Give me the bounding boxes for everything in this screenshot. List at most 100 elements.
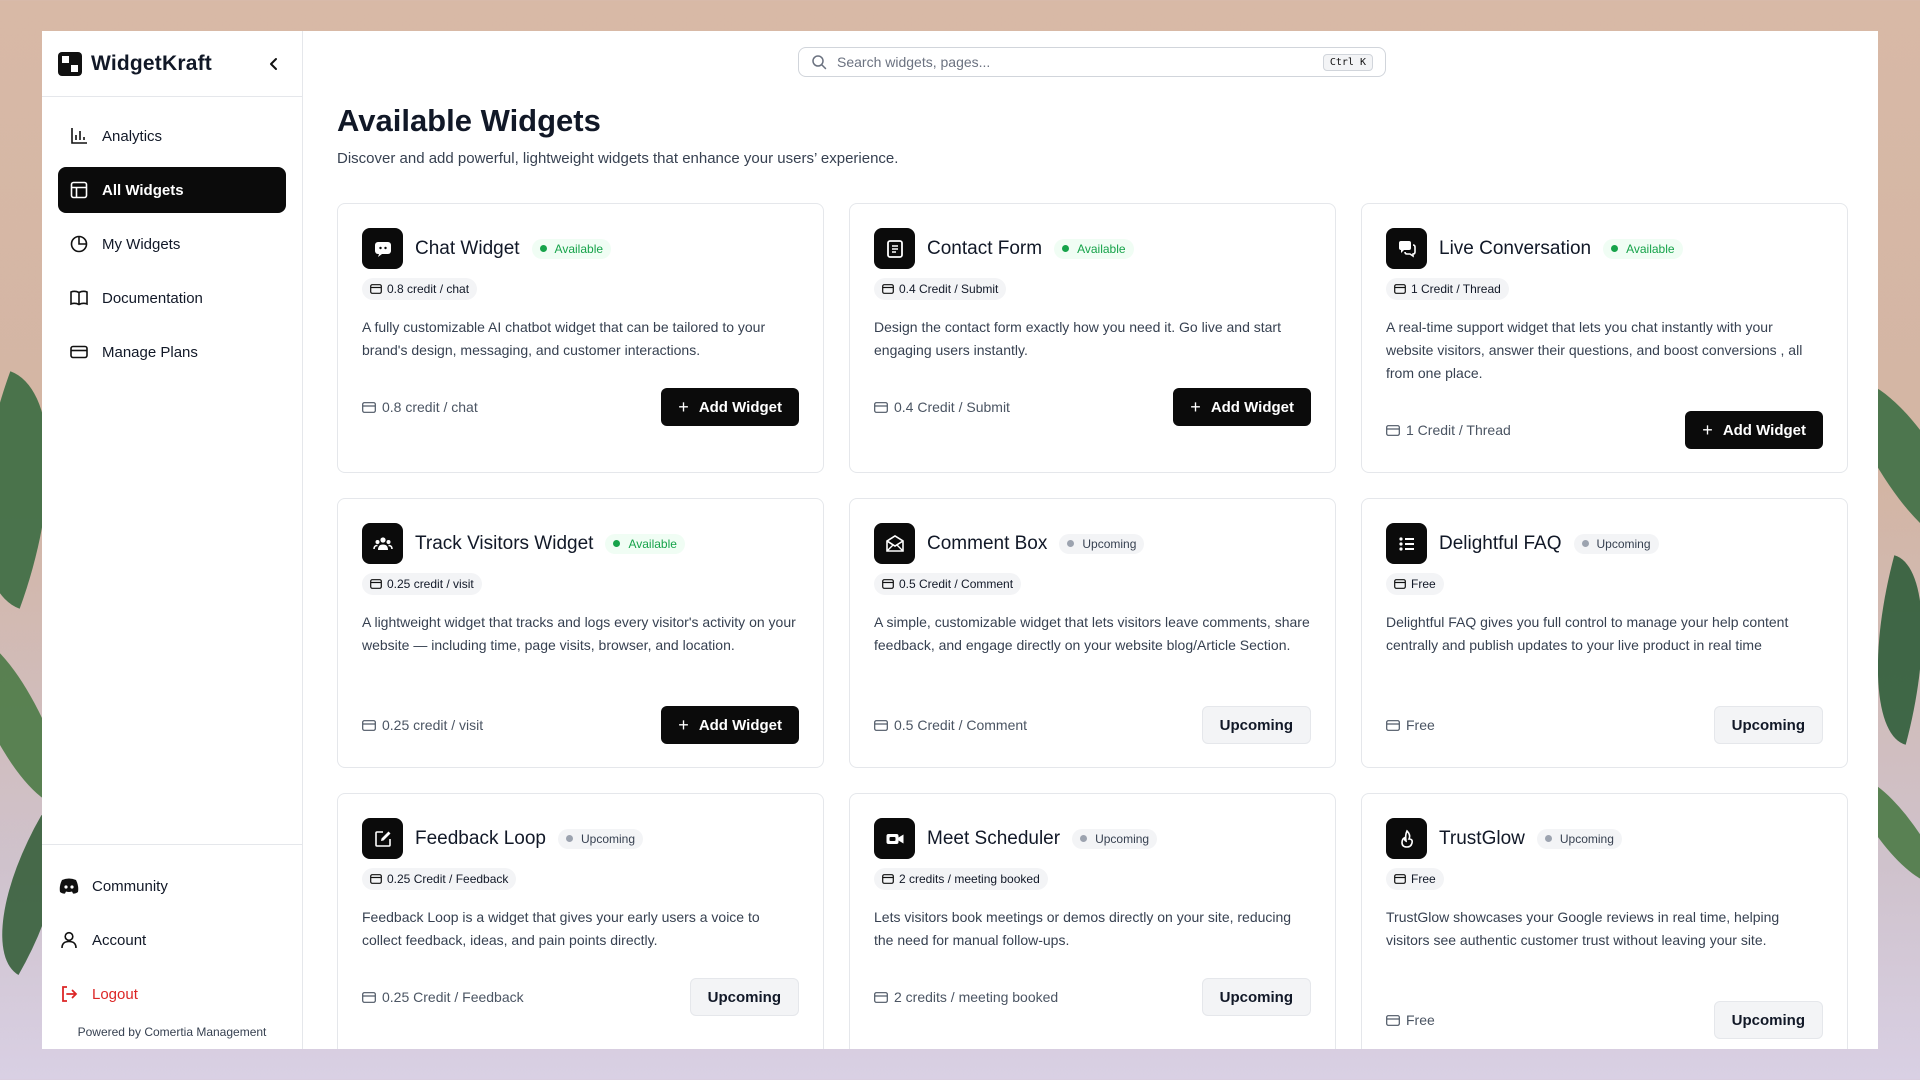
credit-card-icon xyxy=(1394,579,1406,589)
video-camera-icon xyxy=(874,818,915,859)
widget-description: Lets visitors book meetings or demos dir… xyxy=(874,909,1292,948)
layout-icon xyxy=(68,179,90,201)
credit-card-icon xyxy=(362,991,376,1003)
status-label: Upcoming xyxy=(1596,536,1651,551)
visitors-icon xyxy=(362,523,403,564)
price-line: Free xyxy=(1386,1012,1435,1028)
widget-description: Feedback Loop is a widget that gives you… xyxy=(362,909,760,948)
status-badge: Upcoming xyxy=(1072,828,1158,849)
widget-description: Design the contact form exactly how you … xyxy=(874,319,1281,358)
sidebar-item-label: Analytics xyxy=(102,127,163,145)
widget-title: Delightful FAQ xyxy=(1439,532,1562,554)
widget-title: Live Conversation xyxy=(1439,237,1592,259)
price-line: 0.5 Credit / Comment xyxy=(874,717,1027,733)
widget-title: Chat Widget xyxy=(415,237,520,259)
sidebar-item-analytics[interactable]: Analytics xyxy=(58,113,286,159)
price-badge-label: 2 credits / meeting booked xyxy=(899,872,1040,886)
price-line: Free xyxy=(1386,717,1435,733)
status-dot xyxy=(566,835,573,842)
credit-card-icon xyxy=(874,719,888,731)
status-label: Available xyxy=(1077,241,1126,256)
status-label: Available xyxy=(628,536,677,551)
status-badge: Upcoming xyxy=(558,828,644,849)
widget-card-delightful-faq: Delightful FAQ Upcoming Free Delightful … xyxy=(1361,498,1848,768)
status-dot xyxy=(1581,540,1589,547)
price-line-label: Free xyxy=(1406,1012,1435,1028)
price-line-label: 0.4 Credit / Submit xyxy=(894,399,1010,415)
pie-chart-icon xyxy=(68,233,90,255)
page-title: Available Widgets xyxy=(337,103,601,138)
sidebar-item-documentation[interactable]: Documentation xyxy=(58,275,286,321)
search-input[interactable] xyxy=(837,54,1323,70)
widget-card-comment-box: Comment Box Upcoming 0.5 Credit / Commen… xyxy=(849,498,1336,768)
price-line: 2 credits / meeting booked xyxy=(874,989,1058,1005)
user-icon xyxy=(58,929,80,951)
credit-card-icon xyxy=(362,401,376,413)
widget-title: Comment Box xyxy=(927,532,1048,554)
plus-icon: + xyxy=(1702,419,1713,440)
upcoming-button[interactable]: Upcoming xyxy=(1713,706,1823,744)
price-badge: 0.5 Credit / Comment xyxy=(874,573,1022,595)
price-badge-label: 0.8 credit / chat xyxy=(387,282,470,296)
page-subtitle: Discover and add powerful, lightweight w… xyxy=(337,150,899,167)
price-line-label: 0.5 Credit / Comment xyxy=(894,717,1028,733)
credit-card-icon xyxy=(1394,284,1406,294)
widget-title: Meet Scheduler xyxy=(927,827,1061,849)
add-widget-button[interactable]: + Add Widget xyxy=(1173,388,1311,426)
status-badge: Available xyxy=(605,533,685,554)
chat-bot-icon xyxy=(362,228,403,269)
widget-description: A lightweight widget that tracks and log… xyxy=(362,614,796,653)
add-widget-label: Add Widget xyxy=(698,716,782,734)
account-link[interactable]: Account xyxy=(58,913,286,967)
status-badge: Upcoming xyxy=(1059,533,1145,554)
status-badge: Available xyxy=(531,238,612,259)
powered-by-text: Powered by Comertia Management xyxy=(77,1025,267,1039)
price-line-label: Free xyxy=(1406,717,1435,733)
price-line-label: 0.25 Credit / Feedback xyxy=(382,989,524,1005)
trust-badge-icon xyxy=(1386,818,1427,859)
widget-card-meet-scheduler: Meet Scheduler Upcoming 2 credits / meet… xyxy=(849,793,1336,1049)
search-icon xyxy=(812,55,827,70)
logout-icon xyxy=(58,983,80,1005)
sidebar-item-label: Manage Plans xyxy=(102,343,198,361)
widget-card-contact-form: Contact Form Available 0.4 Credit / Subm… xyxy=(849,203,1336,473)
plus-icon: + xyxy=(1190,396,1201,417)
status-label: Available xyxy=(1626,241,1675,256)
upcoming-button[interactable]: Upcoming xyxy=(1201,706,1311,744)
widget-card-trustglow: TrustGlow Upcoming Free TrustGlow showca… xyxy=(1361,793,1848,1049)
collapse-sidebar-button[interactable] xyxy=(262,52,286,76)
upcoming-button[interactable]: Upcoming xyxy=(1201,978,1311,1016)
logout-label: Logout xyxy=(92,985,138,1003)
add-widget-button[interactable]: + Add Widget xyxy=(661,706,799,744)
plus-icon: + xyxy=(678,714,689,735)
sidebar-item-my-widgets[interactable]: My Widgets xyxy=(58,221,286,267)
logout-button[interactable]: Logout xyxy=(58,967,286,1021)
sidebar-item-all-widgets[interactable]: All Widgets xyxy=(58,167,286,213)
widget-card-chat-widget: Chat Widget Available 0.8 credit / chat … xyxy=(337,203,824,473)
price-line: 0.25 credit / visit xyxy=(362,717,483,733)
add-widget-button[interactable]: + Add Widget xyxy=(1685,411,1823,449)
plus-icon: + xyxy=(678,396,689,417)
price-badge: 0.4 Credit / Submit xyxy=(874,278,1007,300)
widget-description: A fully customizable AI chatbot widget t… xyxy=(362,319,766,358)
status-label: Upcoming xyxy=(581,831,636,846)
price-line: 0.25 Credit / Feedback xyxy=(362,989,524,1005)
sidebar-item-label: All Widgets xyxy=(102,181,184,199)
price-line-label: 0.25 credit / visit xyxy=(382,717,484,733)
price-line-label: 0.8 credit / chat xyxy=(382,399,478,415)
credit-card-icon xyxy=(1386,424,1400,436)
price-badge: 0.25 credit / visit xyxy=(362,573,482,595)
upcoming-button[interactable]: Upcoming xyxy=(1713,1001,1823,1039)
upcoming-button[interactable]: Upcoming xyxy=(689,978,799,1016)
community-link[interactable]: Community xyxy=(58,859,286,913)
status-badge: Upcoming xyxy=(1536,828,1622,849)
book-icon xyxy=(68,287,90,309)
comment-box-icon xyxy=(874,523,915,564)
add-widget-label: Add Widget xyxy=(1722,421,1806,439)
price-badge-label: 1 Credit / Thread xyxy=(1411,282,1501,296)
widget-title: TrustGlow xyxy=(1439,827,1525,849)
search-shortcut-hint: Ctrl K xyxy=(1322,53,1373,71)
status-label: Upcoming xyxy=(1082,536,1137,551)
add-widget-button[interactable]: + Add Widget xyxy=(661,388,799,426)
sidebar-item-manage-plans[interactable]: Manage Plans xyxy=(58,329,286,375)
